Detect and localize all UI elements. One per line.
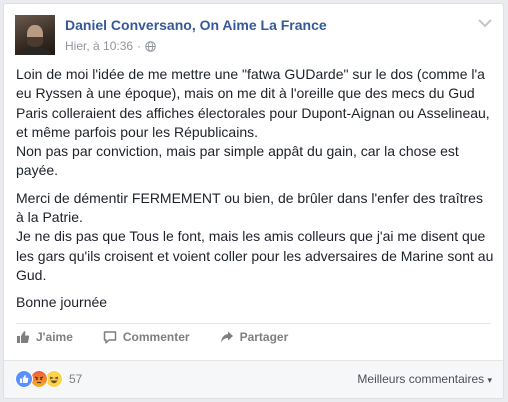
post-body: Loin de moi l'idée de me mettre une "fat… [16,65,494,321]
share-button[interactable]: Partager [220,330,289,344]
author-name[interactable]: Daniel Conversano, On Aime La France [65,17,327,33]
like-label: J'aime [36,330,73,344]
post-timestamp[interactable]: Hier, à 10:36 [65,39,133,53]
comment-label: Commenter [122,330,190,344]
action-bar: J'aime Commenter Partager [16,330,318,344]
thumbs-up-icon [17,331,30,343]
caret-down-icon: ▾ [487,375,492,385]
comments-sort-label: Meilleurs commentaires [357,372,485,386]
reactions-bar: 57 Meilleurs commentaires ▾ [4,360,503,398]
post-meta: Hier, à 10:36 · [65,39,156,53]
comment-icon [103,331,117,344]
globe-icon[interactable] [145,40,156,52]
like-reaction-icon [15,370,33,388]
reaction-summary[interactable]: 57 [15,370,82,388]
comment-button[interactable]: Commenter [103,330,190,344]
divider [4,360,503,361]
divider [16,323,491,324]
chevron-down-icon[interactable] [478,18,492,28]
post-paragraph: Loin de moi l'idée de me mettre une "fat… [16,66,490,179]
avatar[interactable] [15,15,55,55]
meta-separator: · [137,39,142,53]
share-label: Partager [239,330,289,344]
like-button[interactable]: J'aime [16,330,73,344]
post-paragraph: Bonne journée [16,294,108,311]
post-paragraph: Merci de démentir FERMEMENT ou bien, de … [16,189,494,283]
post-card: Daniel Conversano, On Aime La France Hie… [3,3,504,399]
share-icon [220,331,233,343]
comments-sort-dropdown[interactable]: Meilleurs commentaires ▾ [357,372,492,386]
reaction-count: 57 [69,372,83,386]
